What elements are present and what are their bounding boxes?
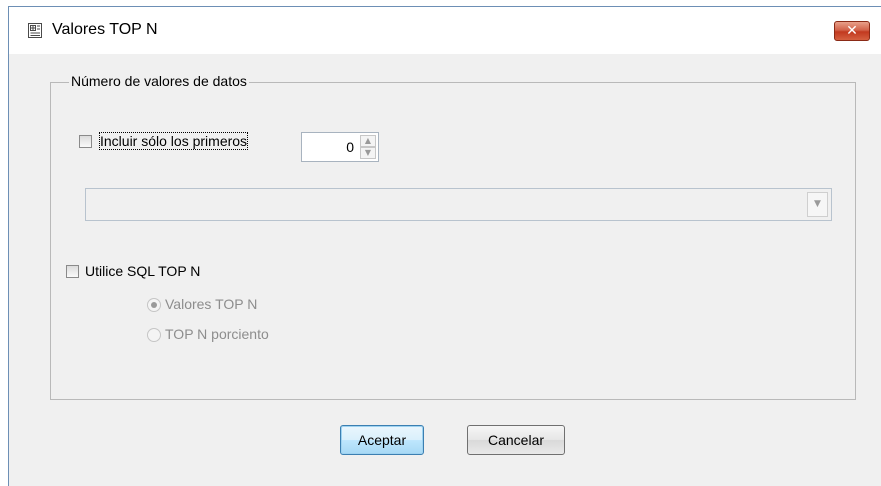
window-title: Valores TOP N (52, 21, 158, 38)
accept-button[interactable]: Aceptar (340, 425, 424, 455)
top-n-percent-radio[interactable] (147, 328, 161, 342)
cancel-button[interactable]: Cancelar (467, 425, 565, 455)
top-n-percent-label[interactable]: TOP N porciento (165, 326, 269, 342)
chevron-up-icon[interactable]: ▲ (360, 135, 376, 147)
sql-top-n-label[interactable]: Utilice SQL TOP N (85, 263, 200, 279)
data-values-group (50, 82, 856, 400)
top-n-dialog: Valores TOP N ✕ Número de valores de dat… (8, 6, 881, 486)
group-legend: Número de valores de datos (69, 73, 249, 89)
dropdown-arrow-icon[interactable]: ▼ (807, 192, 828, 217)
chevron-down-icon[interactable]: ▼ (360, 147, 376, 159)
include-first-label[interactable]: Incluir sólo los primeros (98, 132, 249, 150)
top-n-values-radio[interactable] (147, 298, 161, 312)
field-select[interactable]: ▼ (85, 188, 832, 221)
close-icon: ✕ (846, 23, 858, 39)
spinner-value[interactable]: 0 (346, 139, 354, 155)
title-bar[interactable]: Valores TOP N ✕ (9, 7, 881, 54)
table-dialog-icon (28, 23, 42, 38)
top-n-values-label[interactable]: Valores TOP N (165, 296, 257, 312)
sql-top-n-checkbox[interactable] (66, 265, 79, 278)
radio-selected-dot (151, 302, 157, 308)
include-first-checkbox[interactable] (79, 135, 92, 148)
first-count-spinner[interactable]: 0 ▲ ▼ (301, 132, 379, 162)
close-button[interactable]: ✕ (834, 21, 870, 41)
